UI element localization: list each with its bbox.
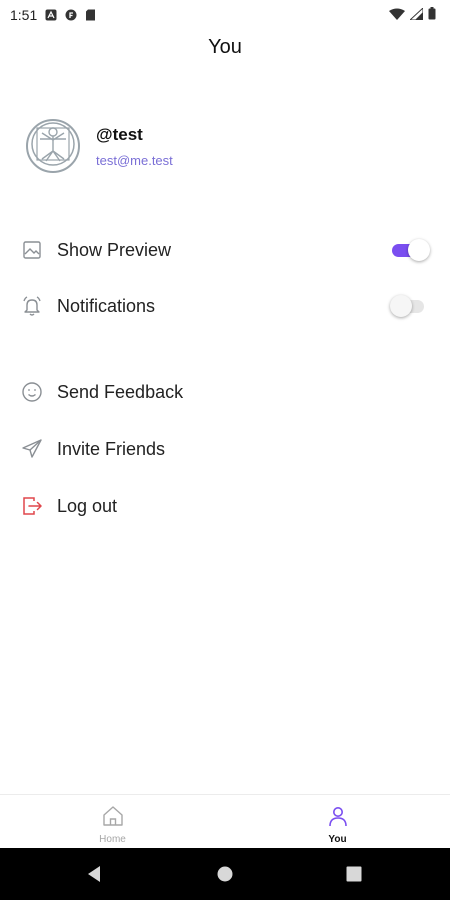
user-icon — [326, 804, 350, 828]
setting-label: Show Preview — [57, 239, 172, 260]
nav-item-you[interactable]: You — [225, 795, 450, 849]
home-icon — [101, 804, 125, 828]
a-icon — [45, 9, 57, 21]
status-right — [389, 6, 436, 23]
setting-row-notifications[interactable]: Notifications — [0, 286, 450, 326]
invite-friends-label: Invite Friends — [57, 438, 166, 459]
vitruvian-man-icon — [28, 121, 78, 171]
status-time: 1:51 — [10, 7, 38, 23]
sd-card-icon — [85, 9, 97, 21]
nav-label-you: You — [328, 834, 347, 845]
recents-icon[interactable] — [346, 866, 362, 882]
bottom-nav: Home You — [0, 794, 450, 848]
logout-button[interactable]: Log out — [0, 486, 450, 526]
send-feedback-label: Send Feedback — [57, 381, 184, 402]
show-preview-toggle[interactable] — [390, 239, 430, 261]
notifications-toggle[interactable] — [390, 295, 428, 317]
status-left: 1:51 — [10, 7, 97, 23]
toggle-thumb — [390, 295, 412, 317]
system-nav-bar — [0, 848, 450, 900]
profile-section: @test test@me.test — [26, 118, 426, 174]
setting-row-show-preview[interactable]: Show Preview — [0, 230, 450, 270]
paper-plane-icon — [20, 437, 44, 461]
bell-icon — [20, 294, 44, 318]
logout-icon — [20, 494, 44, 518]
setting-label: Notifications — [57, 295, 156, 316]
logout-label: Log out — [57, 495, 118, 516]
signal-icon — [408, 6, 424, 23]
invite-friends-button[interactable]: Invite Friends — [0, 429, 450, 469]
smiley-icon — [20, 380, 44, 404]
wifi-icon — [389, 7, 405, 23]
avatar[interactable] — [26, 119, 80, 173]
email: test@me.test — [96, 152, 173, 168]
image-icon — [20, 238, 44, 262]
nav-label-home: Home — [99, 834, 126, 845]
back-icon[interactable] — [86, 865, 102, 883]
username: @test — [96, 124, 143, 144]
status-bar: 1:51 — [0, 0, 450, 30]
home-circle-icon[interactable] — [217, 866, 233, 882]
nav-item-home[interactable]: Home — [0, 795, 225, 849]
battery-icon — [428, 7, 436, 23]
page-title: You — [208, 36, 242, 58]
profile-text: @test test@me.test — [96, 125, 173, 168]
f-icon — [65, 9, 77, 21]
toggle-thumb — [408, 239, 430, 261]
send-feedback-button[interactable]: Send Feedback — [0, 372, 450, 412]
